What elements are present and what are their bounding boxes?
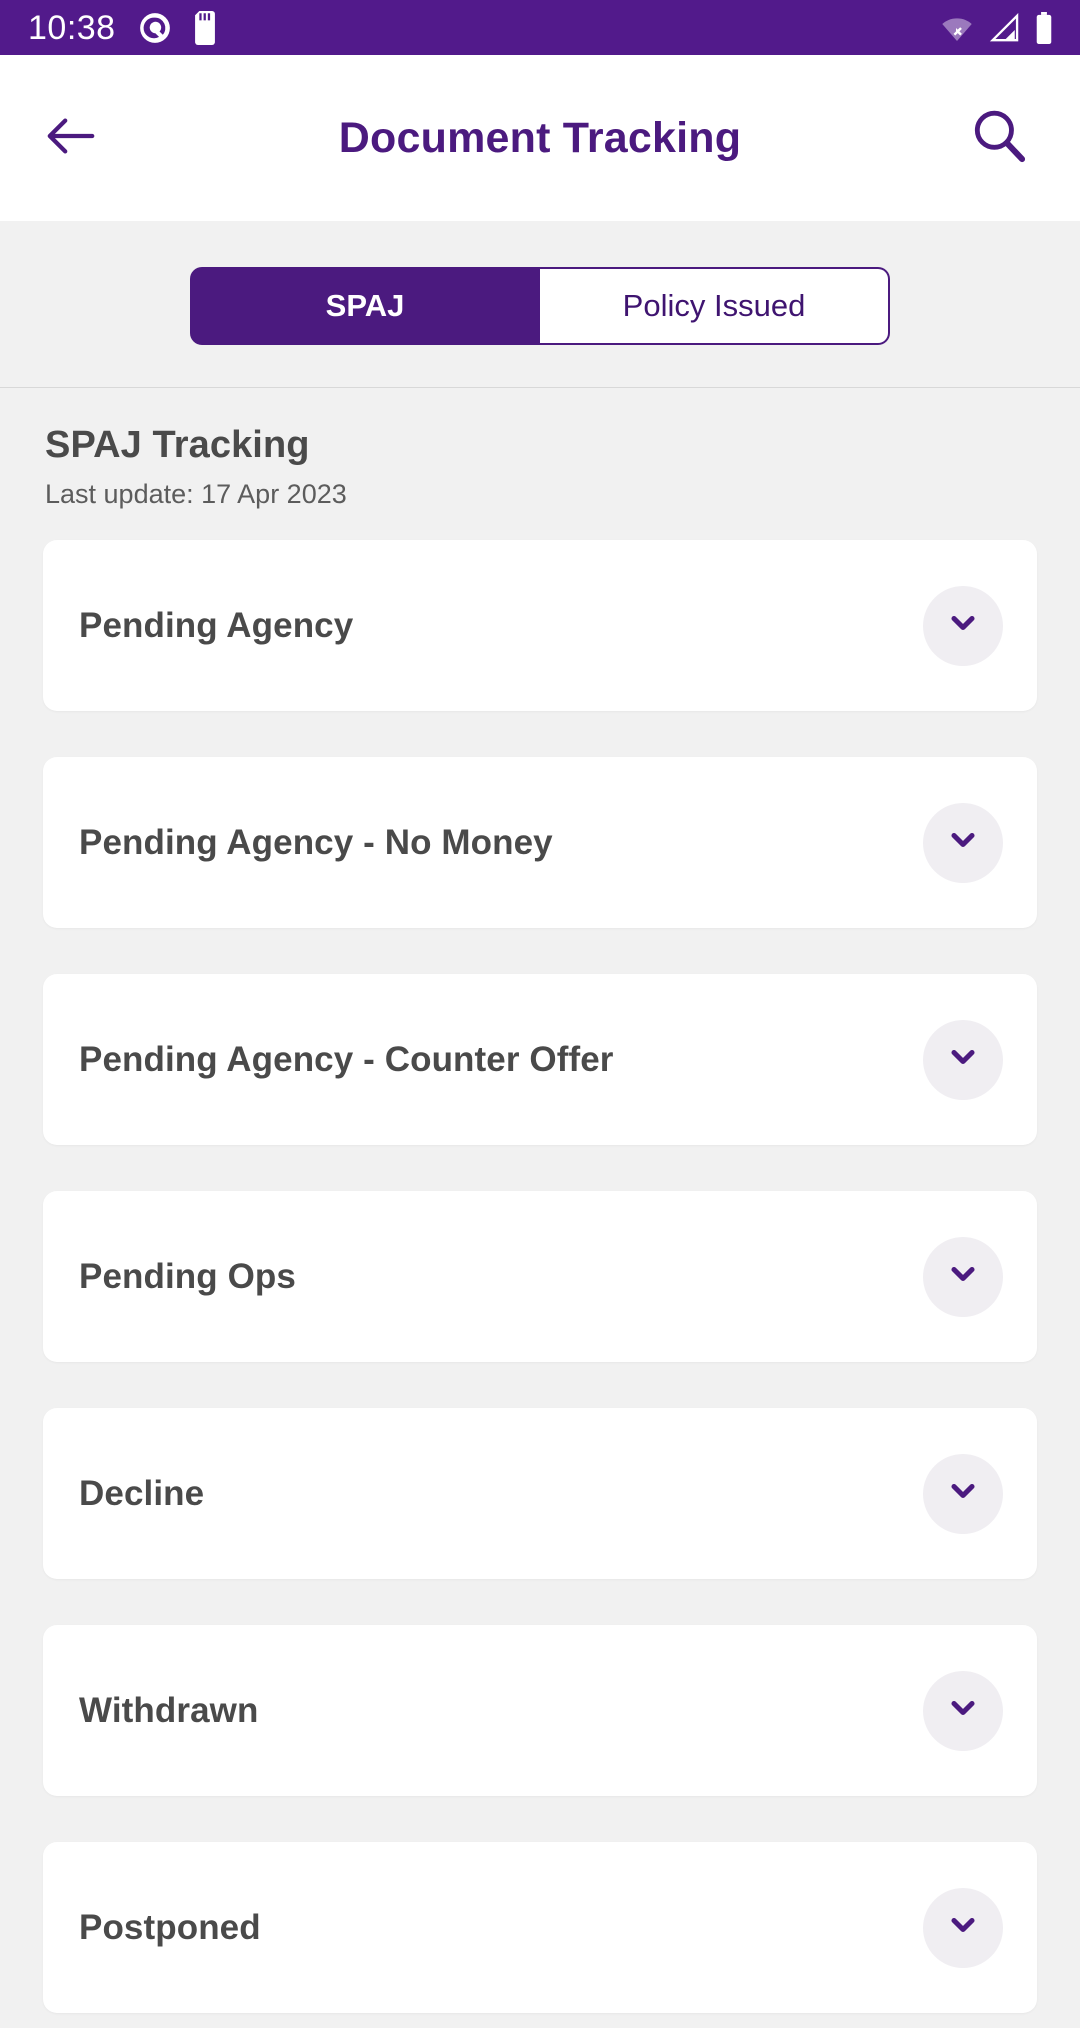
expand-button[interactable] [923, 802, 1003, 883]
expand-button[interactable] [923, 1019, 1003, 1100]
app-screen: 10:38 Document Tracking SPAJ Policy Issu… [0, 0, 1080, 2028]
expand-button[interactable] [923, 585, 1003, 666]
battery-full-icon [1034, 11, 1054, 44]
list-item[interactable]: Pending Agency [43, 540, 1037, 711]
section-header: SPAJ Tracking Last update: 17 Apr 2023 [0, 388, 1080, 510]
card-label: Decline [79, 1473, 205, 1513]
list-item[interactable]: Decline [43, 1408, 1037, 1579]
card-label: Withdrawn [79, 1690, 259, 1730]
segmented-control: SPAJ Policy Issued [0, 267, 1080, 345]
section-title: SPAJ Tracking [45, 424, 310, 466]
tab-policy-issued-label: Policy Issued [622, 288, 806, 323]
chevron-down-icon [945, 1907, 981, 1948]
tab-spaj[interactable]: SPAJ [190, 267, 540, 345]
card-label: Pending Ops [79, 1256, 296, 1296]
status-time: 10:38 [28, 8, 116, 47]
tracking-card-list: Pending Agency Pending Agency - No Money [0, 510, 1080, 2013]
sd-card-icon [190, 10, 220, 45]
list-item[interactable]: Pending Ops [43, 1191, 1037, 1362]
expand-button[interactable] [923, 1887, 1003, 1968]
list-item[interactable]: Postponed [43, 1842, 1037, 2013]
status-left-icons [138, 10, 220, 45]
card-label: Postponed [79, 1907, 261, 1947]
card-label: Pending Agency - No Money [79, 822, 553, 862]
chevron-down-icon [945, 1690, 981, 1731]
last-update-text: Last update: 17 Apr 2023 [45, 479, 347, 509]
list-item[interactable]: Pending Agency - No Money [43, 757, 1037, 928]
search-button[interactable] [962, 101, 1036, 175]
search-icon [969, 106, 1029, 171]
expand-button[interactable] [923, 1670, 1003, 1751]
card-label: Pending Agency [79, 605, 354, 645]
page-title: Document Tracking [338, 113, 742, 162]
chevron-down-icon [945, 605, 981, 646]
expand-button[interactable] [923, 1236, 1003, 1317]
app-bar: Document Tracking [0, 55, 1080, 221]
wifi-off-icon [940, 13, 974, 43]
list-item[interactable]: Pending Agency - Counter Offer [43, 974, 1037, 1145]
tab-policy-issued[interactable]: Policy Issued [540, 267, 890, 345]
chevron-down-icon [945, 1039, 981, 1080]
status-right-icons [940, 11, 1054, 44]
expand-button[interactable] [923, 1453, 1003, 1534]
chevron-down-icon [945, 1473, 981, 1514]
card-label: Pending Agency - Counter Offer [79, 1039, 614, 1079]
chevron-down-icon [945, 1256, 981, 1297]
android-q-icon [138, 11, 172, 45]
tab-spaj-label: SPAJ [325, 288, 405, 323]
back-button[interactable] [34, 101, 108, 175]
list-item[interactable]: Withdrawn [43, 1625, 1037, 1796]
status-bar: 10:38 [0, 0, 1080, 55]
cellular-signal-icon [988, 12, 1020, 43]
arrow-left-icon [44, 112, 98, 165]
chevron-down-icon [945, 822, 981, 863]
tab-bar: SPAJ Policy Issued [0, 221, 1080, 388]
